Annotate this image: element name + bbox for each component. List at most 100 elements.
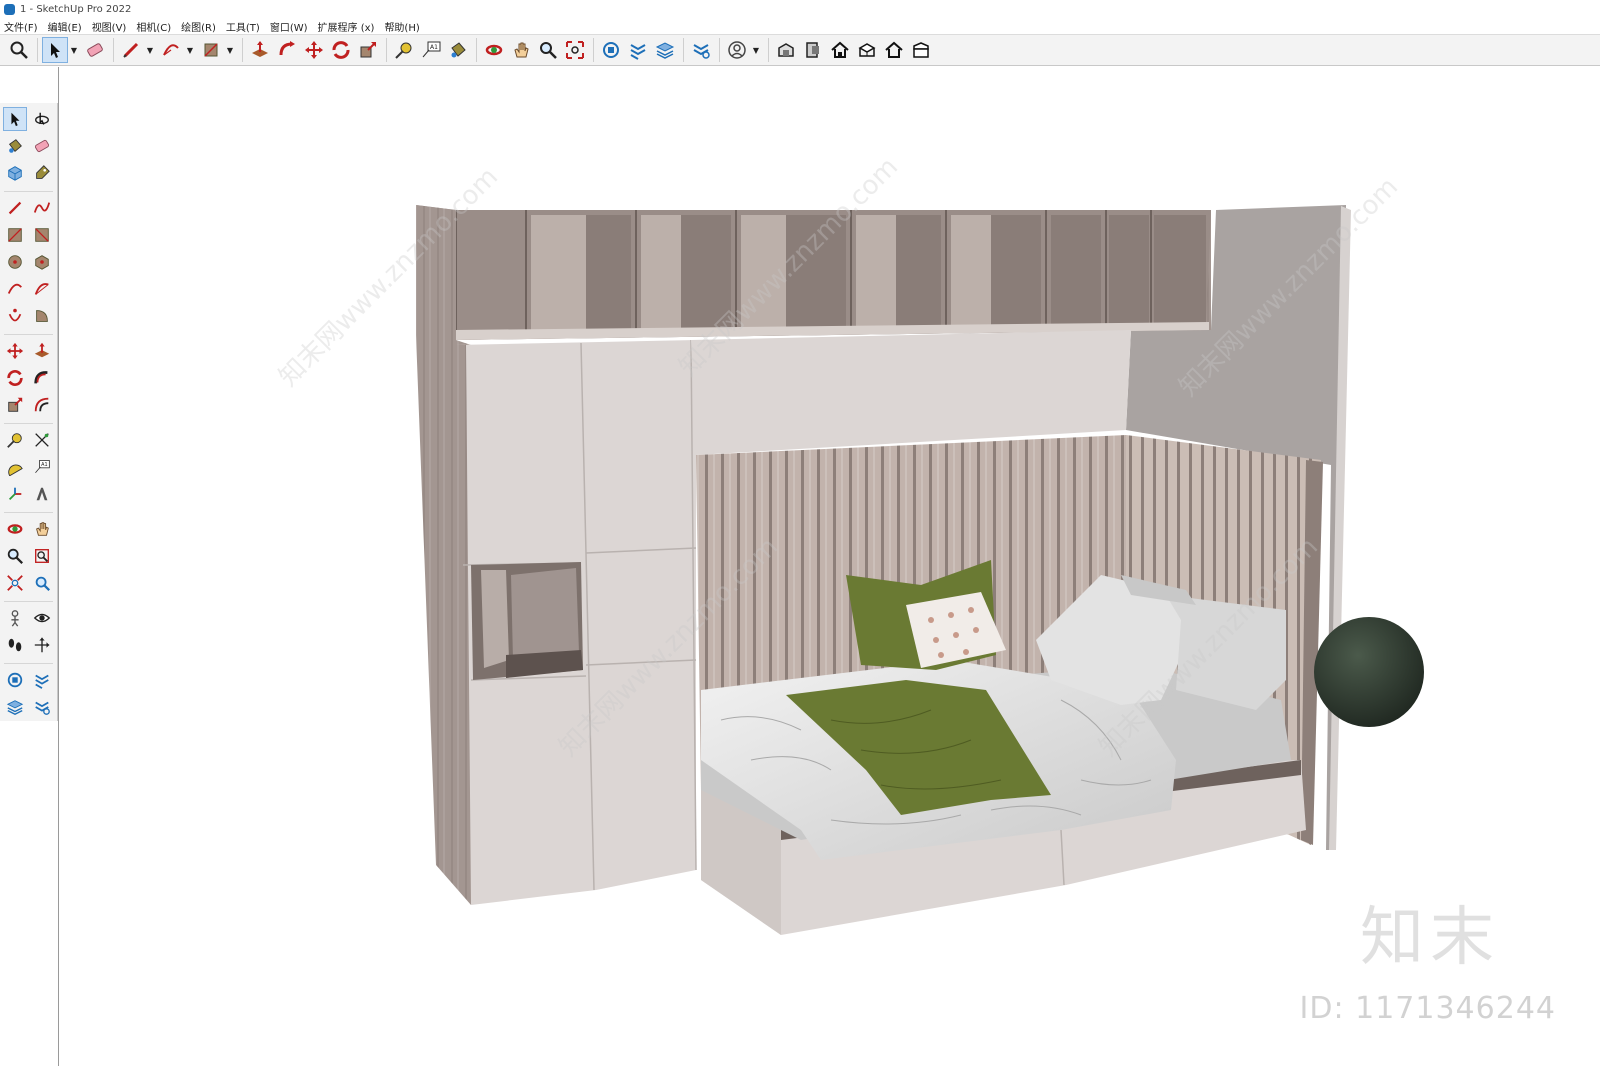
move-icon[interactable] [301,37,327,63]
look-around-eye-icon[interactable] [30,606,54,630]
rotated-rectangle-icon[interactable] [30,223,54,247]
three-point-arc-icon[interactable] [3,304,27,328]
model-id-watermark: ID: 1171346244 [1299,991,1556,1026]
orbit-select-icon[interactable] [30,107,54,131]
profile-dropdown-icon[interactable]: ▼ [751,37,761,63]
tag-tool-icon[interactable] [30,161,54,185]
warehouse-globe-icon[interactable] [3,668,27,692]
orbit-icon[interactable] [481,37,507,63]
3d-text-tool-icon[interactable] [30,482,54,506]
sketchup-window: 1 - SketchUp Pro 2022 文件(F) 编辑(E) 视图(V) … [0,0,1600,1066]
house-3d-icon[interactable] [854,37,880,63]
model-viewport[interactable]: 知末网www.znzmo.com 知末网www.znzmo.com 知末网www… [58,67,1600,1066]
menu-extensions[interactable]: 扩展程序 (x) [318,19,375,34]
arc-icon[interactable] [158,37,184,63]
house-outline-icon[interactable] [881,37,907,63]
svg-text:A1: A1 [41,462,47,468]
arc-dropdown-icon[interactable]: ▼ [185,37,195,63]
two-point-arc-icon[interactable] [30,277,54,301]
toolbar-separator [242,38,243,62]
pie-tool-icon[interactable] [30,304,54,328]
section-plane-icon[interactable] [30,633,54,657]
menu-tools[interactable]: 工具(T) [226,19,260,34]
layers-tool-icon[interactable] [3,695,27,719]
scale-tool-icon[interactable] [3,393,27,417]
offset-tool-icon[interactable] [30,393,54,417]
circle-tool-icon[interactable] [3,250,27,274]
section-icon[interactable] [625,37,651,63]
toolbar-separator [113,38,114,62]
rectangle-tool-icon[interactable] [3,223,27,247]
tape-measure-icon[interactable] [391,37,417,63]
line-dropdown-icon[interactable]: ▼ [145,37,155,63]
walk-footprints-icon[interactable] [3,633,27,657]
toolbar-divider [4,418,53,424]
select-tool-icon[interactable] [3,106,27,131]
extension-box-icon[interactable] [800,37,826,63]
freehand-tool-icon[interactable] [30,196,54,220]
paint-bucket-icon[interactable] [445,37,471,63]
menu-view[interactable]: 视图(V) [92,19,127,34]
zoom-window-icon[interactable] [562,37,588,63]
tape-measure-tool-icon[interactable] [3,428,27,452]
previous-view-icon[interactable] [30,571,54,595]
toolbar-separator [593,38,594,62]
toolbar-separator [476,38,477,62]
pan-tool-icon[interactable] [30,517,54,541]
text-tool-icon[interactable]: A1 [30,455,54,479]
extension-settings-icon[interactable] [30,695,54,719]
menu-help[interactable]: 帮助(H) [384,19,419,34]
zoom-icon[interactable] [535,37,561,63]
arc-tool-icon[interactable] [3,277,27,301]
pencil-icon[interactable] [118,37,144,63]
move-tool-icon[interactable] [3,339,27,363]
warehouse-box-icon[interactable] [773,37,799,63]
eraser-icon[interactable] [82,37,108,63]
house-icon[interactable] [827,37,853,63]
toolbar-divider [4,186,53,192]
toolbar-separator [719,38,720,62]
scale-icon[interactable] [355,37,381,63]
menu-window[interactable]: 窗口(W) [270,19,308,34]
paint-bucket-tool-icon[interactable] [3,134,27,158]
rectangle-icon[interactable] [198,37,224,63]
push-pull-tool-icon[interactable] [30,339,54,363]
select-dropdown-icon[interactable]: ▼ [69,37,79,63]
axes-tool-icon[interactable] [3,482,27,506]
select-arrow-icon[interactable] [42,37,68,63]
polygon-tool-icon[interactable] [30,250,54,274]
zoom-tool-icon[interactable] [3,544,27,568]
shape-dropdown-icon[interactable]: ▼ [225,37,235,63]
follow-me-icon[interactable] [274,37,300,63]
make-component-icon[interactable] [3,161,27,185]
eraser-tool-icon[interactable] [30,134,54,158]
house-box-icon[interactable] [908,37,934,63]
tags-gear-icon[interactable] [688,37,714,63]
follow-me-tool-icon[interactable] [30,366,54,390]
rotate-icon[interactable] [328,37,354,63]
zoom-extents-tool-icon[interactable] [3,571,27,595]
orbit-tool-icon[interactable] [3,517,27,541]
protractor-tool-icon[interactable] [3,455,27,479]
dimension-tool-icon[interactable] [30,428,54,452]
zoom-window-tool-icon[interactable] [30,544,54,568]
menu-edit[interactable]: 编辑(E) [48,19,82,34]
extension-warehouse-icon[interactable] [30,668,54,692]
rotate-tool-icon[interactable] [3,366,27,390]
position-camera-icon[interactable] [3,606,27,630]
toolbar-divider [4,658,53,664]
menu-camera[interactable]: 相机(C) [136,19,171,34]
menu-draw[interactable]: 绘图(R) [181,19,216,34]
text-label-icon[interactable]: A1 [418,37,444,63]
component-warehouse-icon[interactable] [598,37,624,63]
menu-file[interactable]: 文件(F) [4,19,38,34]
cubby-back [511,568,579,660]
sketchup-app-icon [4,3,15,15]
push-pull-icon[interactable] [247,37,273,63]
pan-hand-icon[interactable] [508,37,534,63]
layers-icon[interactable] [652,37,678,63]
profile-icon[interactable] [724,37,750,63]
toolbar-divider [4,596,53,602]
zoom-extents-icon[interactable] [6,37,32,63]
line-tool-icon[interactable] [3,196,27,220]
